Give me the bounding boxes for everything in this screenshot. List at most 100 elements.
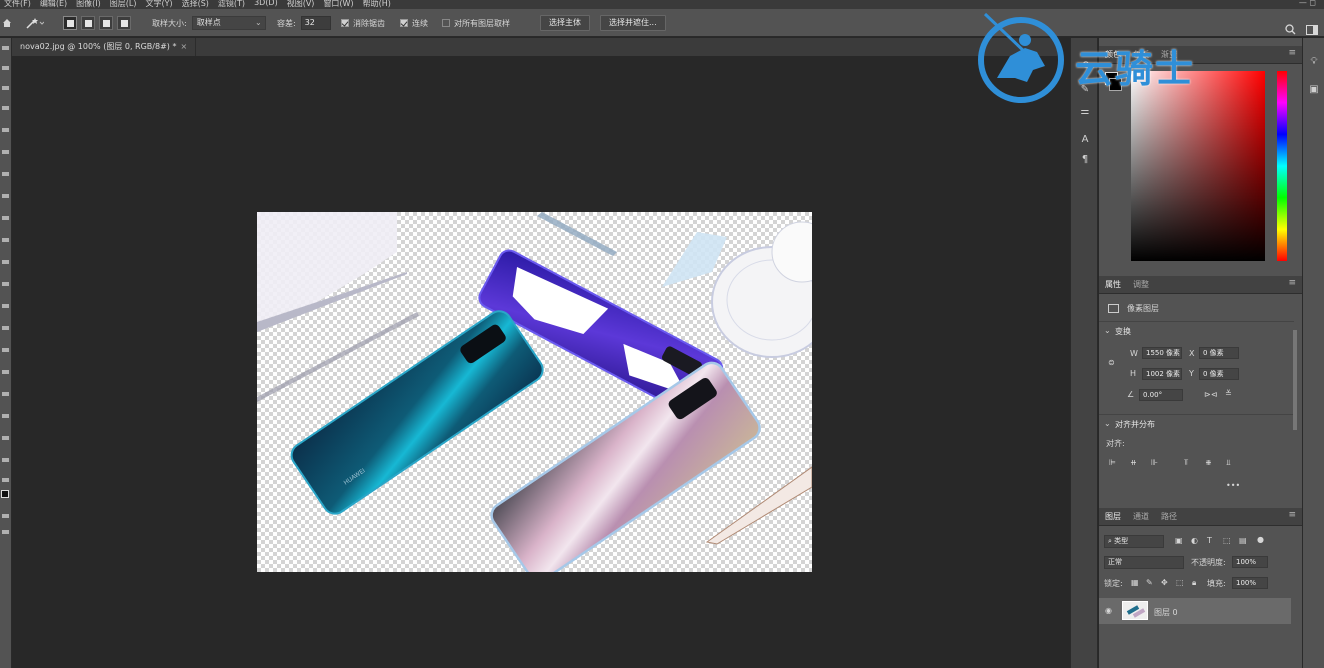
magic-wand-icon[interactable]	[26, 9, 44, 37]
menu-layer[interactable]: 图层(L)	[110, 0, 137, 9]
tab-properties[interactable]: 属性	[1105, 276, 1121, 294]
lasso-tool-icon[interactable]	[2, 86, 9, 90]
flip-vertical-icon[interactable]: ≚	[1225, 389, 1232, 398]
stamp-tool-icon[interactable]	[2, 238, 9, 242]
x-input[interactable]: 0 像素	[1199, 347, 1239, 359]
crop-tool-icon[interactable]	[2, 128, 9, 132]
panel-menu-icon[interactable]: ≡	[1288, 48, 1296, 58]
home-icon[interactable]	[2, 9, 12, 37]
paragraph-icon[interactable]: ¶	[1079, 154, 1091, 166]
antialias-checkbox[interactable]	[341, 19, 349, 27]
menu-help[interactable]: 帮助(H)	[363, 0, 391, 9]
menu-select[interactable]: 选择(S)	[182, 0, 209, 9]
menu-view[interactable]: 视图(V)	[287, 0, 315, 9]
close-icon[interactable]: ×	[180, 42, 187, 51]
filter-smart-icon[interactable]: ▤	[1239, 536, 1247, 545]
menu-window[interactable]: 窗口(W)	[323, 0, 353, 9]
properties-scrollbar[interactable]	[1293, 330, 1297, 430]
learn-icon[interactable]: 💡︎	[1308, 56, 1320, 68]
lock-pixels-icon[interactable]: ✎	[1146, 578, 1153, 587]
width-input[interactable]: 1550 像素	[1142, 347, 1182, 359]
sample-all-checkbox[interactable]	[442, 19, 450, 27]
eraser-tool-icon[interactable]	[2, 282, 9, 286]
subtract-selection-icon[interactable]	[99, 16, 113, 30]
filter-toggle-icon[interactable]: ●	[1257, 535, 1264, 544]
filter-pixel-icon[interactable]: ▣	[1175, 536, 1183, 545]
window-controls[interactable]: — ◻	[1299, 0, 1316, 7]
angle-input[interactable]: 0.00°	[1139, 389, 1183, 401]
select-subject-button[interactable]: 选择主体	[540, 15, 590, 31]
healing-tool-icon[interactable]	[2, 194, 9, 198]
menu-3d[interactable]: 3D(D)	[254, 0, 278, 9]
tool-presets-icon[interactable]: ⚌	[1079, 106, 1091, 118]
magic-wand-tool-icon[interactable]	[2, 106, 9, 110]
fill-input[interactable]: 100%	[1232, 577, 1268, 589]
flip-horizontal-icon[interactable]: ⊳⊲	[1204, 390, 1217, 399]
frame-tool-icon[interactable]	[2, 150, 9, 154]
menu-edit[interactable]: 编辑(E)	[40, 0, 67, 9]
align-right-icon[interactable]: ⊪	[1151, 458, 1158, 467]
filter-shape-icon[interactable]: ⬚	[1223, 536, 1231, 545]
history-brush-tool-icon[interactable]	[2, 260, 9, 264]
chevron-down-icon[interactable]: ⌄	[1104, 326, 1111, 335]
chevron-down-icon[interactable]: ⌄	[1104, 419, 1111, 428]
layer-row[interactable]: ◉ 图层 0	[1099, 598, 1291, 624]
tab-paths[interactable]: 路径	[1161, 508, 1177, 526]
marquee-tool-icon[interactable]	[2, 66, 9, 70]
filter-adjustment-icon[interactable]: ◐	[1191, 536, 1198, 545]
sample-all-group[interactable]: 对所有图层取样	[442, 9, 510, 37]
lock-artboard-icon[interactable]: ⬚	[1176, 578, 1184, 587]
sample-size-select[interactable]: 取样点 ⌄	[191, 16, 266, 30]
more-options-button[interactable]: •••	[1226, 481, 1240, 490]
menu-type[interactable]: 文字(Y)	[145, 0, 172, 9]
lock-position-icon[interactable]: ✥	[1161, 578, 1168, 587]
hue-slider[interactable]	[1277, 71, 1287, 261]
tab-channels[interactable]: 通道	[1133, 508, 1149, 526]
character-icon[interactable]: A	[1079, 134, 1091, 146]
screen-mode-icon[interactable]	[2, 530, 9, 534]
tab-adjustments[interactable]: 调整	[1133, 276, 1149, 294]
select-and-mask-button[interactable]: 选择并遮住...	[600, 15, 666, 31]
new-selection-icon[interactable]	[63, 16, 77, 30]
eyedropper-tool-icon[interactable]	[2, 172, 9, 176]
align-bottom-icon[interactable]: ⫫	[1226, 458, 1231, 468]
height-input[interactable]: 1002 像素	[1142, 368, 1182, 380]
zoom-tool-icon[interactable]	[2, 478, 9, 482]
gradient-tool-icon[interactable]	[2, 304, 9, 308]
path-select-tool-icon[interactable]	[2, 414, 9, 418]
document-canvas[interactable]: HUAWEI	[257, 212, 812, 572]
blur-tool-icon[interactable]	[2, 326, 9, 330]
type-tool-icon[interactable]	[2, 392, 9, 396]
libraries-icon[interactable]: ▣	[1308, 84, 1320, 96]
pen-tool-icon[interactable]	[2, 370, 9, 374]
align-left-icon[interactable]: ⊫	[1109, 458, 1116, 467]
lock-transparent-icon[interactable]: ▦	[1131, 578, 1139, 587]
link-icon[interactable]: ⊜	[1108, 358, 1115, 367]
quick-mask-icon[interactable]	[2, 514, 9, 518]
menu-filter[interactable]: 滤镜(T)	[218, 0, 245, 9]
shape-tool-icon[interactable]	[2, 436, 9, 440]
tab-layers[interactable]: 图层	[1105, 508, 1121, 526]
y-input[interactable]: 0 像素	[1199, 368, 1239, 380]
foreground-color-swatch[interactable]	[1, 490, 9, 498]
menu-image[interactable]: 图像(I)	[76, 0, 101, 9]
add-selection-icon[interactable]	[81, 16, 95, 30]
blend-mode-select[interactable]: 正常	[1104, 556, 1184, 569]
opacity-input[interactable]: 100%	[1232, 556, 1268, 568]
align-center-v-icon[interactable]: ⧻	[1205, 458, 1212, 467]
panel-menu-icon[interactable]: ≡	[1288, 510, 1296, 520]
move-tool-icon[interactable]	[2, 46, 9, 50]
menu-file[interactable]: 文件(F)	[4, 0, 31, 9]
lock-all-icon[interactable]: 🔒︎	[1192, 578, 1196, 588]
panel-menu-icon[interactable]: ≡	[1288, 278, 1296, 288]
intersect-selection-icon[interactable]	[117, 16, 131, 30]
layer-filter-select[interactable]: ⌕ 类型	[1104, 535, 1164, 548]
document-tab[interactable]: nova02.jpg @ 100% (图层 0, RGB/8#) * ×	[12, 38, 197, 56]
visibility-eye-icon[interactable]: ◉	[1105, 606, 1112, 615]
brush-tool-icon[interactable]	[2, 216, 9, 220]
align-center-h-icon[interactable]: ⧺	[1130, 458, 1137, 467]
dodge-tool-icon[interactable]	[2, 348, 9, 352]
contiguous-checkbox[interactable]	[400, 19, 408, 27]
antialias-group[interactable]: 消除锯齿	[341, 9, 385, 37]
hand-tool-icon[interactable]	[2, 458, 9, 462]
